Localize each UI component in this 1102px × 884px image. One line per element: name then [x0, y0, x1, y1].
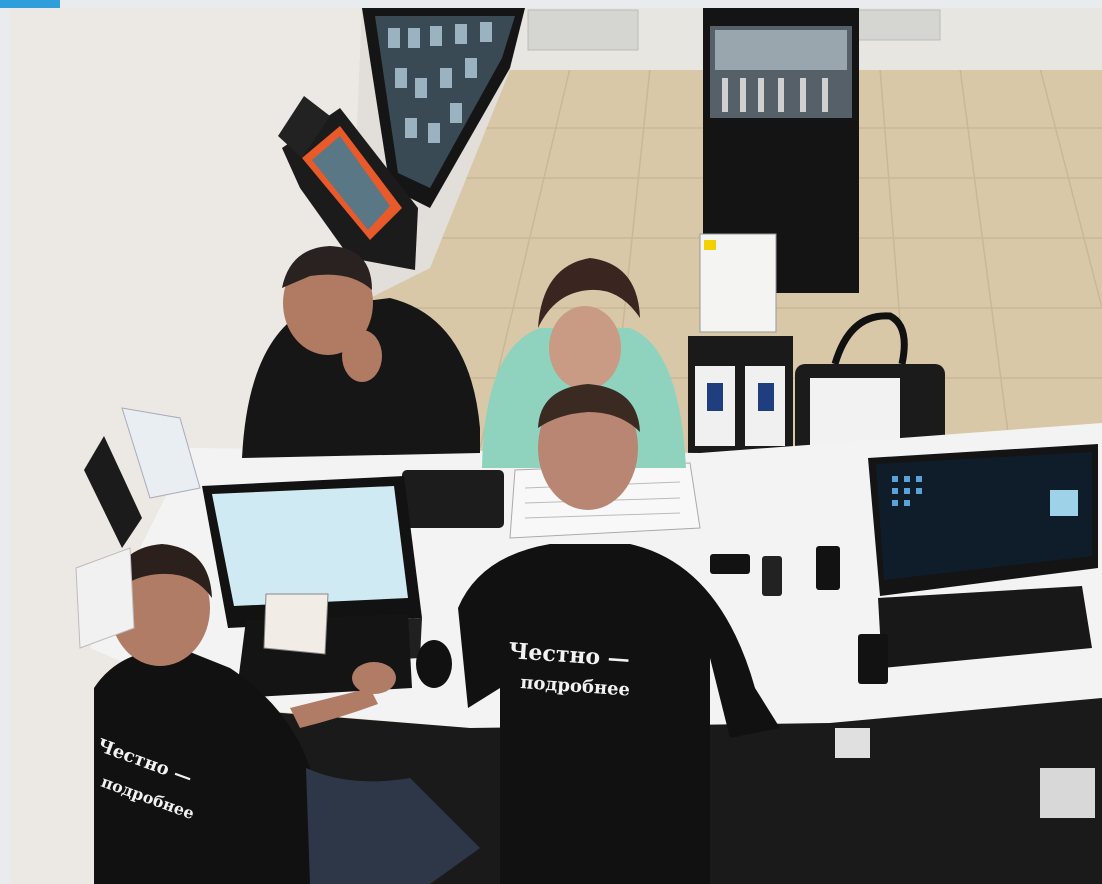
mouse: [416, 640, 452, 688]
smartphone-2: [816, 546, 840, 590]
desk-phone: [402, 470, 504, 528]
smartphone-4: [858, 634, 888, 684]
typing-hand: [352, 662, 396, 694]
smartphone-3: [762, 556, 782, 596]
smartphone-1: [710, 554, 750, 574]
cctv-scene: Честно — подробнее Честно — подробнее: [10, 8, 1102, 884]
corner-accent: [0, 0, 60, 8]
vent-left: [527, 9, 639, 51]
passport-booklet: [263, 593, 329, 655]
scene-drawing: Честно — подробнее Честно — подробнее: [10, 8, 1102, 884]
frame: Честно — подробнее Честно — подробнее: [0, 0, 1102, 884]
phone-promo-display: [688, 336, 793, 456]
